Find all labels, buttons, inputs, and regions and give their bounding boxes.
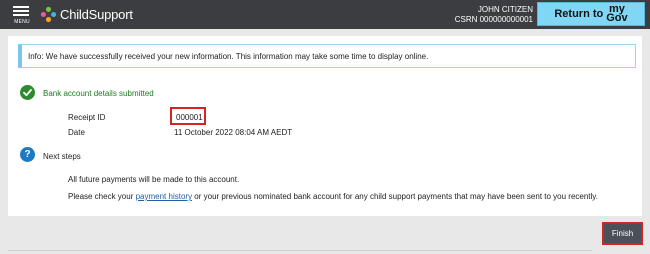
date-value: 11 October 2022 08:04 AM AEDT: [174, 128, 293, 137]
info-banner: Info: We have successfully received your…: [18, 44, 636, 68]
next-steps-title: Next steps: [43, 152, 81, 161]
footer-divider: [8, 250, 592, 251]
receipt-id-label: Receipt ID: [68, 113, 106, 122]
return-to-mygov-button[interactable]: Return to my Gov: [537, 2, 645, 26]
receipt-id-value: 000001: [176, 113, 203, 122]
user-info: JOHN CITIZEN CSRN 000000000001: [455, 5, 533, 25]
mygov-brand: my Gov: [606, 3, 628, 24]
user-name: JOHN CITIZEN: [477, 5, 533, 14]
next-steps-line1: All future payments will be made to this…: [68, 175, 240, 184]
payment-history-link[interactable]: payment history: [136, 192, 192, 201]
confirmation-card: Info: We have successfully received your…: [8, 36, 642, 216]
top-bar: MENU ChildSupport JOHN CITIZEN CSRN 0000…: [0, 0, 650, 29]
date-label: Date: [68, 128, 85, 137]
question-circle-icon: ?: [20, 147, 35, 162]
csrn-number: CSRN 000000000001: [454, 15, 533, 24]
next-steps-line2: Please check your payment history or you…: [68, 192, 598, 201]
finish-button[interactable]: Finish: [602, 222, 643, 245]
app-logo[interactable]: ChildSupport: [40, 5, 133, 23]
check-circle-icon: [20, 85, 35, 100]
menu-label: MENU: [14, 19, 30, 25]
menu-button[interactable]: MENU: [11, 5, 33, 25]
hamburger-icon: [13, 6, 29, 8]
success-title: Bank account details submitted: [43, 89, 154, 98]
childsupport-logo-icon: [40, 6, 57, 22]
app-name: ChildSupport: [60, 6, 133, 22]
return-label: Return to: [554, 8, 604, 20]
